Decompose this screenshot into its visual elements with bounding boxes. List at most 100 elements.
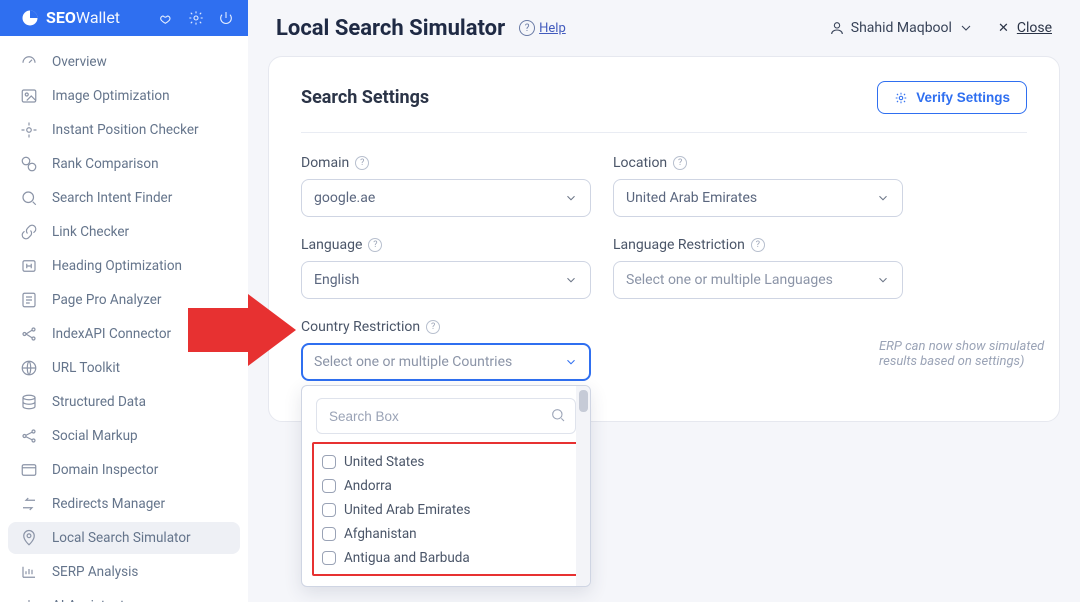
dropdown-item-label: United Arab Emirates (344, 502, 470, 518)
sidebar-item-label: Image Optimization (52, 88, 170, 104)
gauge-icon (20, 53, 38, 71)
link-icon (20, 223, 38, 241)
sidebar-item-label: Redirects Manager (52, 496, 165, 512)
location-label: Location (613, 155, 667, 171)
sidebar-item-structured-data[interactable]: Structured Data (8, 386, 240, 418)
sidebar-item-redirects-manager[interactable]: Redirects Manager (8, 488, 240, 520)
sidebar-item-local-search-simulator[interactable]: Local Search Simulator (8, 522, 240, 554)
hint-icon[interactable]: ? (673, 156, 687, 170)
language-restriction-label: Language Restriction (613, 237, 745, 253)
chevron-down-icon (876, 273, 890, 287)
card-title: Search Settings (301, 87, 429, 108)
sidebar-item-rank-comparison[interactable]: Rank Comparison (8, 148, 240, 180)
search-icon (20, 189, 38, 207)
close-icon: ✕ (998, 21, 1009, 36)
sidebar-item-url-toolkit[interactable]: URL Toolkit (8, 352, 240, 384)
sidebar-item-page-pro-analyzer[interactable]: Page Pro Analyzer (8, 284, 240, 316)
gear-icon (894, 91, 908, 105)
nav: Overview Image Optimization Instant Posi… (0, 36, 248, 602)
sidebar-item-instant-position-checker[interactable]: Instant Position Checker (8, 114, 240, 146)
country-restriction-field: Country Restriction? Select one or multi… (301, 319, 591, 381)
location-select[interactable]: United Arab Emirates (613, 179, 903, 217)
gear-icon[interactable] (188, 10, 204, 26)
language-restriction-placeholder: Select one or multiple Languages (626, 272, 876, 288)
dropdown-item[interactable]: Afghanistan (318, 522, 574, 546)
chevron-down-icon (564, 191, 578, 205)
checkbox-icon[interactable] (322, 503, 336, 517)
chevron-down-icon (564, 273, 578, 287)
user-menu[interactable]: Shahid Maqbool (829, 20, 974, 36)
analysis-icon (20, 563, 38, 581)
sidebar-item-label: IndexAPI Connector (52, 326, 171, 342)
sidebar-item-label: Rank Comparison (52, 156, 159, 172)
sidebar-item-image-optimization[interactable]: Image Optimization (8, 80, 240, 112)
sidebar-item-ai-assistant[interactable]: AI Assistant (8, 590, 240, 602)
sidebar-item-link-checker[interactable]: Link Checker (8, 216, 240, 248)
dropdown-item-label: Andorra (344, 478, 392, 494)
dropdown-search (316, 398, 576, 434)
hint-icon[interactable]: ? (751, 238, 765, 252)
sidebar-item-label: Heading Optimization (52, 258, 182, 274)
search-settings-card: Search Settings Verify Settings Domain? … (268, 56, 1060, 422)
sidebar-item-label: Link Checker (52, 224, 129, 240)
chevron-down-icon (564, 355, 578, 369)
hint-icon[interactable]: ? (368, 238, 382, 252)
scroll-thumb[interactable] (579, 390, 588, 412)
api-icon (20, 325, 38, 343)
hint-icon[interactable]: ? (426, 320, 440, 334)
main-area: Local Search Simulator ? Help Shahid Maq… (248, 0, 1080, 602)
power-icon[interactable] (218, 10, 234, 26)
brand-logo[interactable]: SEOWallet (20, 8, 120, 28)
close-button[interactable]: ✕ Close (998, 20, 1052, 36)
dropdown-scrollbar[interactable] (576, 386, 590, 586)
language-field: Language? English (301, 237, 591, 299)
help-link[interactable]: ? Help (519, 20, 566, 36)
dropdown-item[interactable]: Antigua and Barbuda (318, 546, 574, 570)
domain-select[interactable]: google.ae (301, 179, 591, 217)
dropdown-item-label: United States (344, 454, 424, 470)
dropdown-item[interactable]: United States (318, 450, 574, 474)
checkbox-icon[interactable] (322, 455, 336, 469)
sidebar-item-label: Social Markup (52, 428, 138, 444)
domain-label: Domain (301, 155, 349, 171)
settings-note: ERP can now show simulated results based… (879, 339, 1059, 369)
search-icon (550, 407, 566, 423)
language-select[interactable]: English (301, 261, 591, 299)
heading-icon (20, 257, 38, 275)
brand-thin: Wallet (76, 8, 120, 27)
robot-icon (20, 597, 38, 602)
verify-text: Verify Settings (916, 90, 1010, 105)
dropdown-item[interactable]: Andorra (318, 474, 574, 498)
sidebar-item-label: SERP Analysis (52, 564, 138, 580)
sidebar-item-label: Page Pro Analyzer (52, 292, 161, 308)
sidebar-item-serp-analysis[interactable]: SERP Analysis (8, 556, 240, 588)
sidebar-item-overview[interactable]: Overview (8, 46, 240, 78)
sidebar: SEOWallet Overview Image Optimization In… (0, 0, 248, 602)
checkbox-icon[interactable] (322, 479, 336, 493)
dropdown-item[interactable]: United Arab Emirates (318, 498, 574, 522)
help-icon: ? (519, 20, 535, 36)
hint-icon[interactable]: ? (355, 156, 369, 170)
language-value: English (314, 272, 564, 288)
dropdown-search-input[interactable] (316, 398, 576, 434)
language-label: Language (301, 237, 362, 253)
checkbox-icon[interactable] (322, 527, 336, 541)
sidebar-item-heading-optimization[interactable]: Heading Optimization (8, 250, 240, 282)
country-restriction-select[interactable]: Select one or multiple Countries (301, 343, 591, 381)
target-icon (20, 121, 38, 139)
verify-settings-button[interactable]: Verify Settings (877, 81, 1027, 114)
checkbox-icon[interactable] (322, 551, 336, 565)
brand-bar: SEOWallet (0, 0, 248, 36)
language-restriction-select[interactable]: Select one or multiple Languages (613, 261, 903, 299)
sidebar-item-social-markup[interactable]: Social Markup (8, 420, 240, 452)
chevron-down-icon (958, 20, 974, 36)
location-value: United Arab Emirates (626, 190, 876, 206)
heart-hands-icon[interactable] (158, 10, 174, 26)
sidebar-item-indexapi-connector[interactable]: IndexAPI Connector (8, 318, 240, 350)
sidebar-item-search-intent-finder[interactable]: Search Intent Finder (8, 182, 240, 214)
country-dropdown: United States Andorra United Arab Emirat… (301, 385, 591, 587)
sidebar-item-domain-inspector[interactable]: Domain Inspector (8, 454, 240, 486)
image-icon (20, 87, 38, 105)
sidebar-item-label: Structured Data (52, 394, 146, 410)
topbar: Local Search Simulator ? Help Shahid Maq… (248, 0, 1080, 56)
